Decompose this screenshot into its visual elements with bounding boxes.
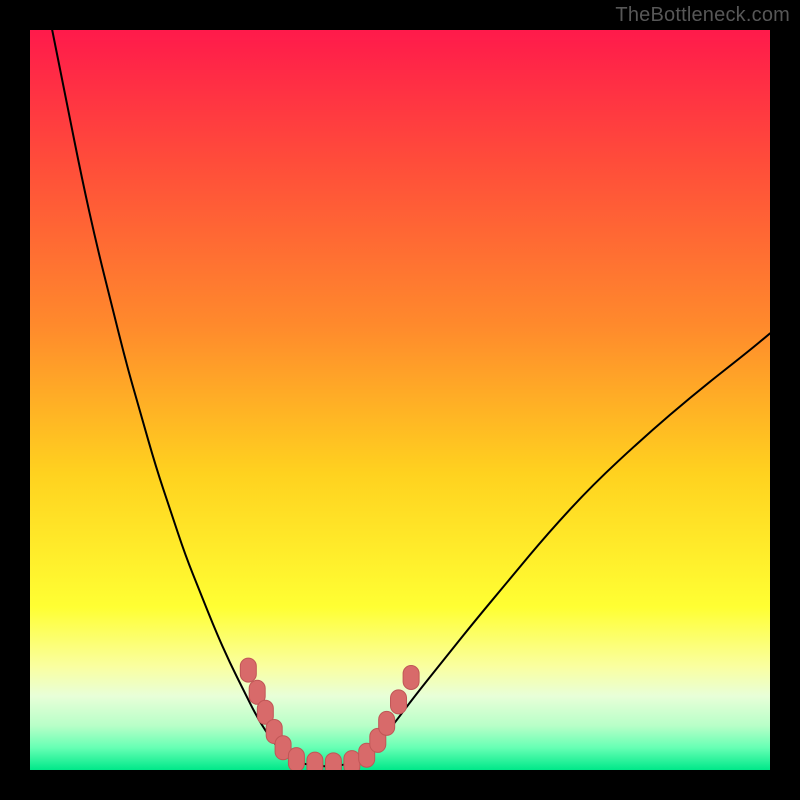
marker-point: [325, 753, 341, 770]
plot-area: [30, 30, 770, 770]
marker-point: [344, 751, 360, 770]
chart-frame: TheBottleneck.com: [0, 0, 800, 800]
marker-layer: [30, 30, 770, 770]
marker-point: [403, 666, 419, 690]
marker-point: [307, 752, 323, 770]
marker-point: [288, 748, 304, 770]
marker-point: [240, 658, 256, 682]
watermark-text: TheBottleneck.com: [615, 4, 790, 27]
marker-point: [379, 711, 395, 735]
marker-point: [391, 690, 407, 714]
